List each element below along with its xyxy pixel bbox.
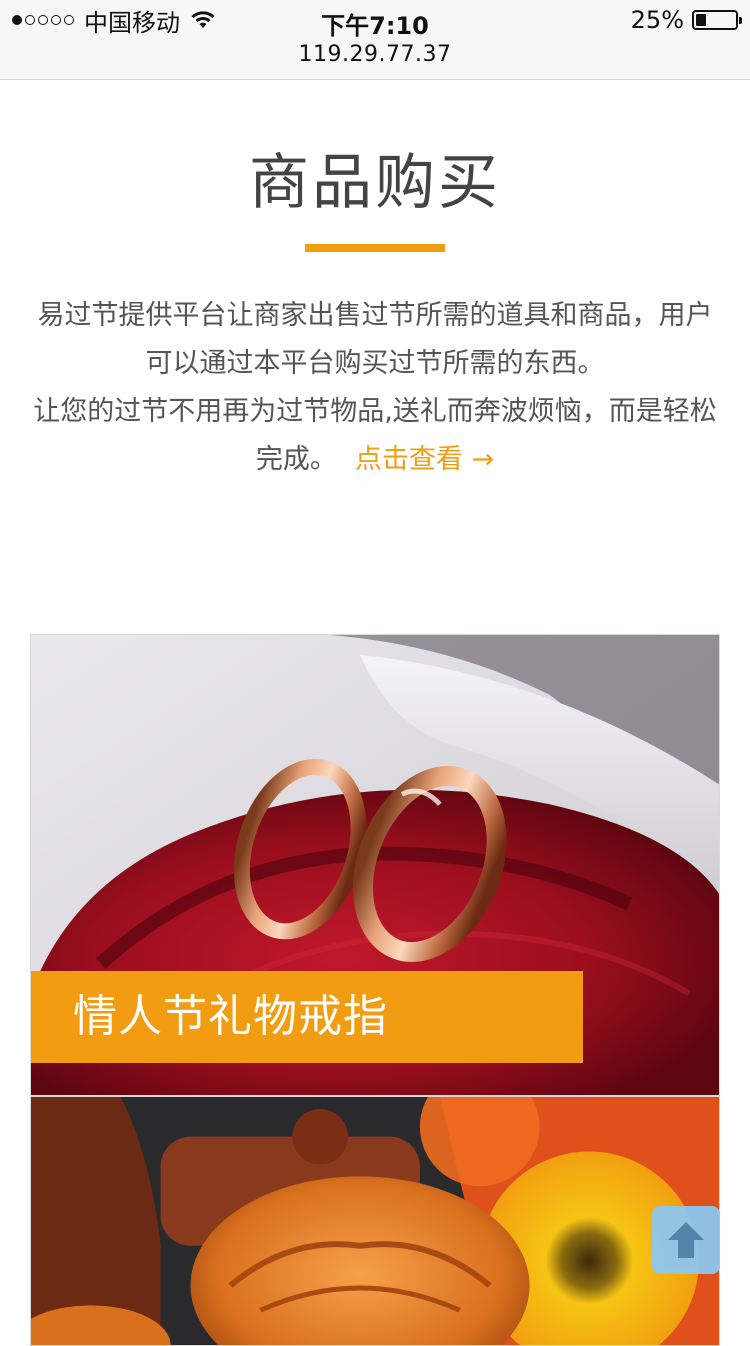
card-caption-rings: 情人节礼物戒指 — [31, 971, 583, 1063]
title-underline — [305, 244, 445, 252]
product-card-mooncakes[interactable] — [30, 1096, 720, 1346]
view-more-link[interactable]: 点击查看 → — [355, 444, 494, 475]
mooncake-image — [31, 1097, 719, 1345]
description-paragraph-2: 让您的过节不用再为过节物品,送礼而奔波烦恼，而是轻松完成。 点击查看 → — [30, 388, 720, 484]
section-description: 易过节提供平台让商家出售过节所需的道具和商品，用户可以通过本平台购买过节所需的东… — [30, 292, 720, 484]
product-card-rings[interactable]: 情人节礼物戒指 — [30, 634, 720, 1096]
arrow-up-icon — [668, 1222, 704, 1258]
status-bar: 中国移动 下午7:10 119.29.77.37 25% — [0, 0, 750, 80]
battery-icon — [692, 10, 742, 30]
status-right: 25% — [630, 6, 742, 34]
battery-percent: 25% — [630, 6, 684, 34]
description-paragraph-1: 易过节提供平台让商家出售过节所需的道具和商品，用户可以通过本平台购买过节所需的东… — [37, 300, 713, 379]
battery-level — [696, 14, 706, 26]
address-url[interactable]: 119.29.77.37 — [0, 42, 750, 67]
section-title: 商品购买 — [249, 148, 501, 218]
back-to-top-button[interactable] — [652, 1206, 720, 1274]
